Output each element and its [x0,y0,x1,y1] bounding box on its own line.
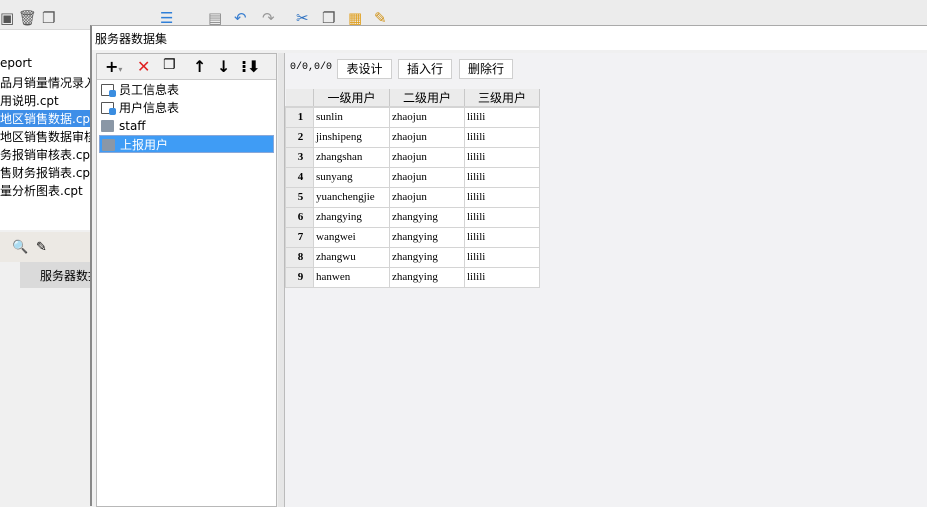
dataset-item[interactable]: 员工信息表 [99,81,274,99]
table-cell[interactable]: lilili [464,126,540,148]
corner-header [285,89,314,108]
table-row: 7 wangwei zhangying lilili [285,226,540,248]
table-doc-icon [101,84,116,97]
dataset-label: 上报用户 [120,138,169,152]
bottom-toolbar: 🔍 ✎ [0,232,92,262]
table-row: 6 zhangying zhangying lilili [285,206,540,228]
edit-icon[interactable]: ✎ [36,240,47,255]
add-icon[interactable]: +▾ [105,57,122,76]
delete-icon[interactable]: 🗑 [18,9,37,27]
table-cell[interactable]: zhangying [389,206,465,228]
dialog-title: 服务器数据集 [92,26,927,50]
row-number[interactable]: 9 [285,266,314,288]
row-number[interactable]: 6 [285,206,314,228]
row-number[interactable]: 4 [285,166,314,188]
table-doc-icon [101,102,116,115]
table-cell[interactable]: zhaojun [389,106,465,128]
table-cell[interactable]: zhaojun [389,126,465,148]
table-cell[interactable]: lilili [464,206,540,228]
insert-row-button[interactable]: 插入行 [398,59,452,79]
table-cell[interactable]: yuanchengjie [313,186,390,208]
table-cell[interactable]: zhangshan [313,146,390,168]
dataset-label: 员工信息表 [119,83,180,97]
dataset-item[interactable]: 上报用户 [99,135,274,153]
file-item[interactable]: 量分析图表.cpt [0,182,92,199]
delete-icon[interactable]: ✕ [137,57,150,76]
table-cell[interactable]: wangwei [313,226,390,248]
data-preview-panel: 0/0,0/0 表设计 插入行 删除行 一级用户 二级用户 三级用户 1 sunl… [284,53,927,507]
row-number[interactable]: 7 [285,226,314,248]
file-item[interactable]: 务报销审核表.cpt [0,146,92,163]
table-row: 1 sunlin zhaojun lilili [285,106,540,128]
row-number[interactable]: 3 [285,146,314,168]
file-item[interactable]: 售财务报销表.cpt [0,164,92,181]
dataset-item[interactable]: staff [99,117,274,135]
file-item[interactable]: 品月销量情况录入 [0,74,92,91]
table-cell[interactable]: zhangying [389,266,465,288]
table-cell[interactable]: zhaojun [389,146,465,168]
file-item[interactable]: 地区销售数据审核 [0,128,92,145]
table-cell[interactable]: lilili [464,246,540,268]
dataset-toolbar: +▾ ✕ ❐ ↑ ↓ ⁝⬇ [97,54,276,80]
table-row: 5 yuanchengjie zhaojun lilili [285,186,540,208]
table-cell[interactable]: lilili [464,166,540,188]
database-icon [102,139,115,151]
table-cell[interactable]: zhangying [389,246,465,268]
column-header[interactable]: 一级用户 [313,89,390,108]
dataset-label: 用户信息表 [119,101,180,115]
row-number[interactable]: 8 [285,246,314,268]
table-cell[interactable]: zhangwu [313,246,390,268]
file-item[interactable]: eport [0,56,92,70]
table-row: 9 hanwen zhangying lilili [285,266,540,288]
table-cell[interactable]: lilili [464,266,540,288]
table-cell[interactable]: zhaojun [389,166,465,188]
move-bottom-icon[interactable]: ⁝⬇ [241,57,260,76]
server-dataset-dialog: 服务器数据集 +▾ ✕ ❐ ↑ ↓ ⁝⬇ 员工信息表用户信息表 staff 上报用户… [90,25,927,507]
table-row: 8 zhangwu zhangying lilili [285,246,540,268]
table-cell[interactable]: zhangying [389,226,465,248]
save-icon[interactable]: ▣ [0,9,14,27]
table-cell[interactable]: sunlin [313,106,390,128]
copy-icon[interactable]: ❐ [163,57,176,73]
file-item[interactable]: 地区销售数据.cpt [0,110,92,127]
table-row: 2 jinshipeng zhaojun lilili [285,126,540,148]
row-number[interactable]: 1 [285,106,314,128]
table-cell[interactable]: lilili [464,226,540,248]
table-design-button[interactable]: 表设计 [337,59,392,79]
data-table: 一级用户 二级用户 三级用户 1 sunlin zhaojun lilili 2 jins… [285,89,540,288]
row-number[interactable]: 5 [285,186,314,208]
dataset-item[interactable]: 用户信息表 [99,99,274,117]
table-cell[interactable]: hanwen [313,266,390,288]
copy-icon[interactable]: ❐ [42,9,55,27]
dataset-list-panel: +▾ ✕ ❐ ↑ ↓ ⁝⬇ 员工信息表用户信息表 staff 上报用户 [96,53,277,507]
table-row: 4 sunyang zhaojun lilili [285,166,540,188]
table-cell[interactable]: zhangying [313,206,390,228]
row-number[interactable]: 2 [285,126,314,148]
table-row: 3 zhangshan zhaojun lilili [285,146,540,168]
table-cell[interactable]: lilili [464,186,540,208]
database-icon [101,120,114,132]
column-header[interactable]: 二级用户 [389,89,465,108]
delete-row-button[interactable]: 删除行 [459,59,513,79]
move-down-icon[interactable]: ↓ [217,57,230,76]
move-up-icon[interactable]: ↑ [193,57,206,76]
table-cell[interactable]: jinshipeng [313,126,390,148]
dataset-label: staff [119,119,146,133]
position-counter: 0/0,0/0 [290,62,333,73]
preview-icon[interactable]: 🔍 [12,240,28,255]
file-item[interactable]: 用说明.cpt [0,92,92,109]
table-cell[interactable]: lilili [464,146,540,168]
tab-server-dataset[interactable]: 服务器数据集 [20,262,92,288]
table-cell[interactable]: sunyang [313,166,390,188]
column-header[interactable]: 三级用户 [464,89,540,108]
table-cell[interactable]: lilili [464,106,540,128]
table-cell[interactable]: zhaojun [389,186,465,208]
